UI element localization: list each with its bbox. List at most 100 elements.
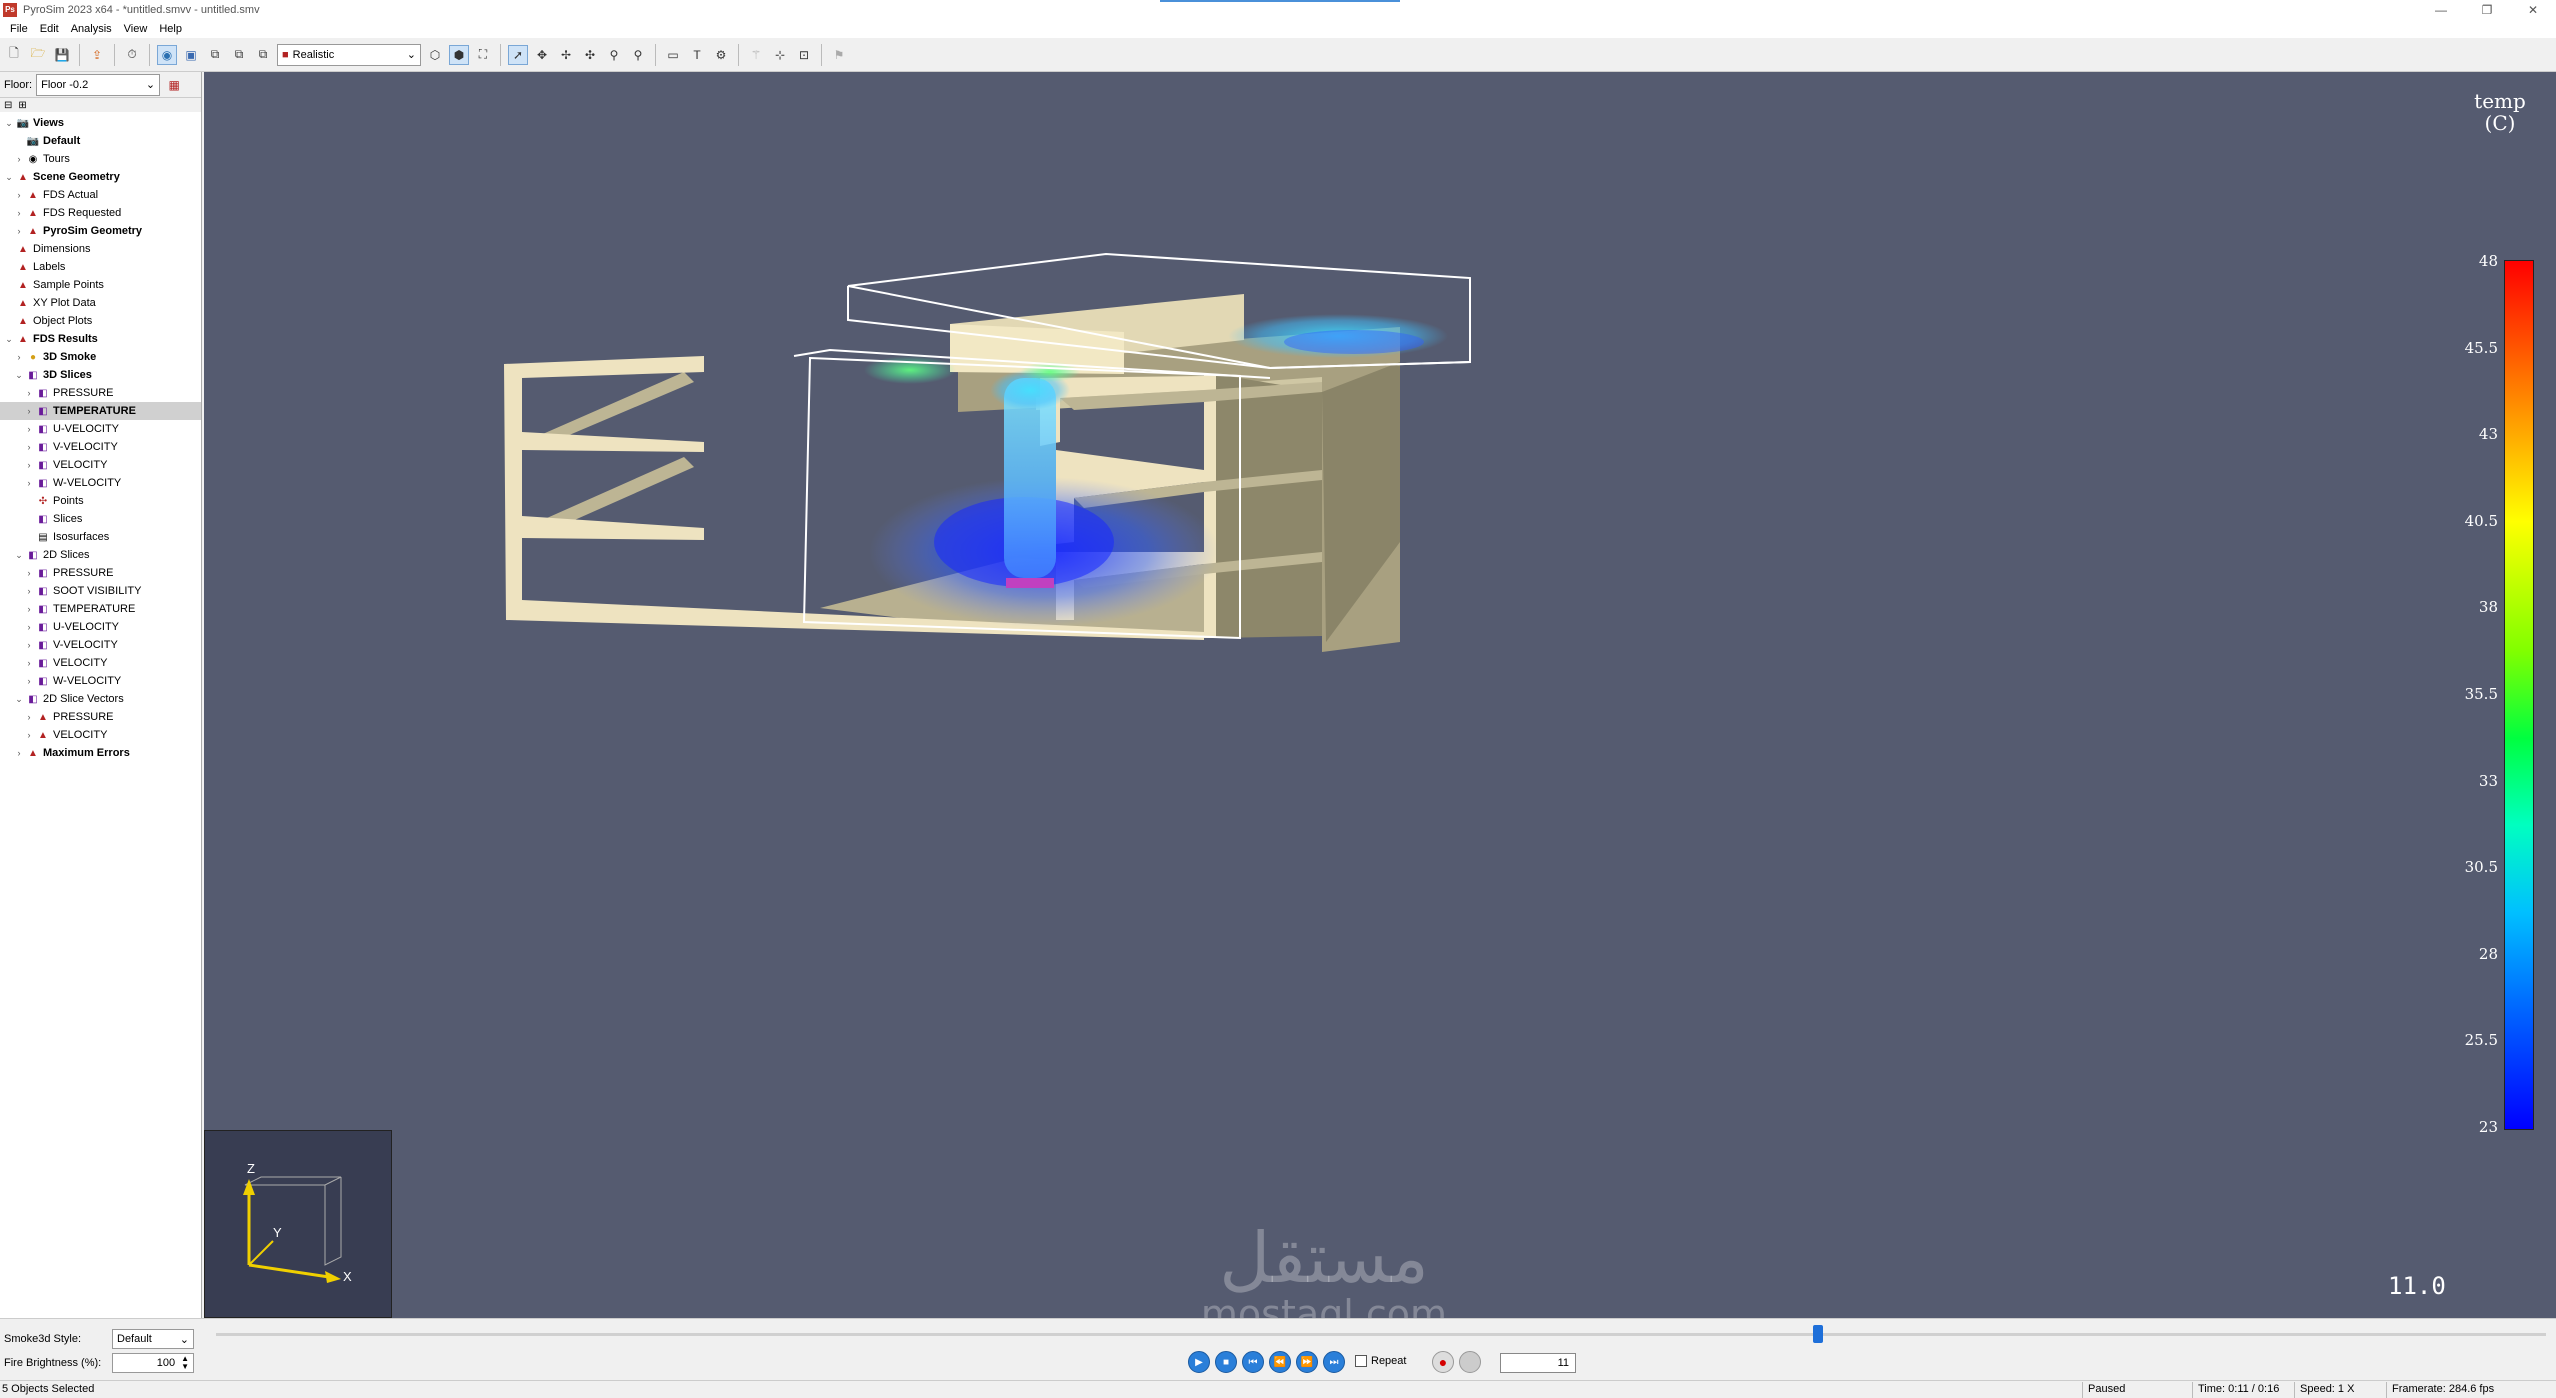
timer-icon[interactable]: ⏱ <box>122 45 142 65</box>
stop-button[interactable]: ■ <box>1215 1351 1237 1373</box>
view-paste-icon[interactable]: ⧉ <box>229 45 249 65</box>
tree-item[interactable]: ⌄ ◧ 3D Slices <box>0 366 201 384</box>
select-cursor-icon[interactable]: ➚ <box>508 44 528 65</box>
tree-item[interactable]: ◧ Slices <box>0 510 201 528</box>
tree-item[interactable]: › ◉ Tours <box>0 150 201 168</box>
timeline-slider-thumb[interactable] <box>1812 1325 1823 1343</box>
chevron-right-icon[interactable]: › <box>24 640 34 650</box>
tree-item[interactable]: › ◧ TEMPERATURE <box>0 600 201 618</box>
chevron-down-icon[interactable]: ⌄ <box>14 694 24 705</box>
view-front-icon[interactable]: ▣ <box>181 45 201 65</box>
tree-item[interactable]: › ▲ FDS Requested <box>0 204 201 222</box>
tree-item[interactable]: ▲ Dimensions <box>0 240 201 258</box>
record-button[interactable]: ● <box>1432 1351 1454 1373</box>
chevron-right-icon[interactable]: › <box>14 154 24 164</box>
chevron-right-icon[interactable]: › <box>24 478 34 488</box>
chevron-right-icon[interactable]: › <box>24 730 34 740</box>
render-mode-select[interactable]: ■ Realistic ⌄ <box>277 43 421 66</box>
pan-icon[interactable]: ✣ <box>580 45 600 65</box>
tree-item[interactable]: ⌄ ▲ FDS Results <box>0 330 201 348</box>
settings-gear-icon[interactable]: ⚙ <box>711 45 731 65</box>
frame-number-input[interactable]: 11 <box>1500 1353 1576 1373</box>
tree-item[interactable]: ⌄ ◧ 2D Slices <box>0 546 201 564</box>
tree-item[interactable]: › ◧ U-VELOCITY <box>0 420 201 438</box>
close-button[interactable]: ✕ <box>2510 0 2556 20</box>
tree-item[interactable]: › ▲ FDS Actual <box>0 186 201 204</box>
repeat-checkbox[interactable] <box>1355 1355 1367 1367</box>
chevron-right-icon[interactable]: › <box>14 226 24 236</box>
roam-icon[interactable]: ✢ <box>556 45 576 65</box>
measure-icon[interactable]: ▭ <box>663 45 683 65</box>
center-icon[interactable]: ⊹ <box>770 45 790 65</box>
tree-item[interactable]: › ● 3D Smoke <box>0 348 201 366</box>
chevron-right-icon[interactable]: › <box>24 622 34 632</box>
open-folder-icon[interactable]: 🗁 <box>28 45 48 65</box>
tree-item[interactable]: ✣ Points <box>0 492 201 510</box>
tree-item[interactable]: › ◧ W-VELOCITY <box>0 474 201 492</box>
timeline-slider-track[interactable] <box>216 1333 2546 1336</box>
skip-start-button[interactable]: ⏮ <box>1242 1351 1264 1373</box>
export-icon[interactable]: ⇪ <box>87 45 107 65</box>
step-forward-button[interactable]: ⏩ <box>1296 1351 1318 1373</box>
menu-view[interactable]: View <box>118 23 154 35</box>
tree-item[interactable]: › ◧ TEMPERATURE <box>0 402 201 420</box>
tree-item[interactable]: ⌄ 📷 Views <box>0 114 201 132</box>
chevron-right-icon[interactable]: › <box>24 406 34 416</box>
new-file-icon[interactable]: 🗋 <box>4 45 24 65</box>
view-copy-icon[interactable]: ⧉ <box>205 45 225 65</box>
floor-grid-icon[interactable]: ▦ <box>164 75 184 95</box>
chevron-down-icon[interactable]: ⌄ <box>4 334 14 345</box>
restore-button[interactable]: ❐ <box>2464 0 2510 20</box>
chevron-right-icon[interactable]: › <box>24 604 34 614</box>
tree-item[interactable]: › ◧ PRESSURE <box>0 564 201 582</box>
tree-item[interactable]: › ▲ PRESSURE <box>0 708 201 726</box>
text-icon[interactable]: T <box>687 45 707 65</box>
tree-item[interactable]: › ◧ SOOT VISIBILITY <box>0 582 201 600</box>
expand-all-icon[interactable]: ⊞ <box>18 100 26 111</box>
orbit-view-icon[interactable]: ◉ <box>157 44 177 65</box>
chevron-right-icon[interactable]: › <box>24 676 34 686</box>
tree-item[interactable]: › ◧ V-VELOCITY <box>0 438 201 456</box>
step-back-button[interactable]: ⏪ <box>1269 1351 1291 1373</box>
menu-help[interactable]: Help <box>153 23 188 35</box>
tree-item[interactable]: ▲ XY Plot Data <box>0 294 201 312</box>
fire-brightness-stepper[interactable]: 100 ▲ ▼ <box>112 1353 194 1373</box>
chevron-right-icon[interactable]: › <box>24 388 34 398</box>
menu-edit[interactable]: Edit <box>34 23 65 35</box>
chevron-right-icon[interactable]: › <box>24 424 34 434</box>
menu-file[interactable]: File <box>4 23 34 35</box>
chevron-down-icon[interactable]: ⌄ <box>14 550 24 561</box>
clip-icon[interactable]: ⚚ <box>746 45 766 65</box>
tree-item[interactable]: › ◧ PRESSURE <box>0 384 201 402</box>
3d-viewport[interactable]: Z Y X مستقل mostaql.com <box>204 72 2556 1318</box>
tree-item[interactable]: › ▲ VELOCITY <box>0 726 201 744</box>
chevron-right-icon[interactable]: › <box>24 460 34 470</box>
flag-icon[interactable]: ⚑ <box>829 45 849 65</box>
chevron-right-icon[interactable]: › <box>14 208 24 218</box>
tree-item[interactable]: ▲ Object Plots <box>0 312 201 330</box>
tree-item[interactable]: ▲ Sample Points <box>0 276 201 294</box>
chevron-right-icon[interactable]: › <box>24 442 34 452</box>
chevron-right-icon[interactable]: › <box>14 748 24 758</box>
tree-item[interactable]: › ◧ VELOCITY <box>0 456 201 474</box>
stepper-arrows-icon[interactable]: ▲ ▼ <box>181 1355 189 1371</box>
outline-icon[interactable]: ⛶ <box>473 45 493 65</box>
collapse-all-icon[interactable]: ⊟ <box>4 100 12 111</box>
tree-item[interactable]: › ▲ Maximum Errors <box>0 744 201 762</box>
tree-item[interactable]: ⌄ ◧ 2D Slice Vectors <box>0 690 201 708</box>
view-stack-icon[interactable]: ⧉ <box>253 45 273 65</box>
chevron-right-icon[interactable]: › <box>14 352 24 362</box>
tree-item[interactable]: ▲ Labels <box>0 258 201 276</box>
tree-item[interactable]: › ◧ W-VELOCITY <box>0 672 201 690</box>
play-button[interactable]: ▶ <box>1188 1351 1210 1373</box>
transparent-icon[interactable]: ⬢ <box>449 44 469 65</box>
floor-select[interactable]: Floor -0.2 ⌄ <box>36 73 161 96</box>
tree-item[interactable]: › ◧ U-VELOCITY <box>0 618 201 636</box>
fit-view-icon[interactable]: ⊡ <box>794 45 814 65</box>
wireframe-icon[interactable]: ⬡ <box>425 45 445 65</box>
chevron-right-icon[interactable]: › <box>14 190 24 200</box>
tree-item[interactable]: › ◧ V-VELOCITY <box>0 636 201 654</box>
tree-item[interactable]: ⌄ ▲ Scene Geometry <box>0 168 201 186</box>
chevron-right-icon[interactable]: › <box>24 586 34 596</box>
minimize-button[interactable]: — <box>2418 0 2464 20</box>
